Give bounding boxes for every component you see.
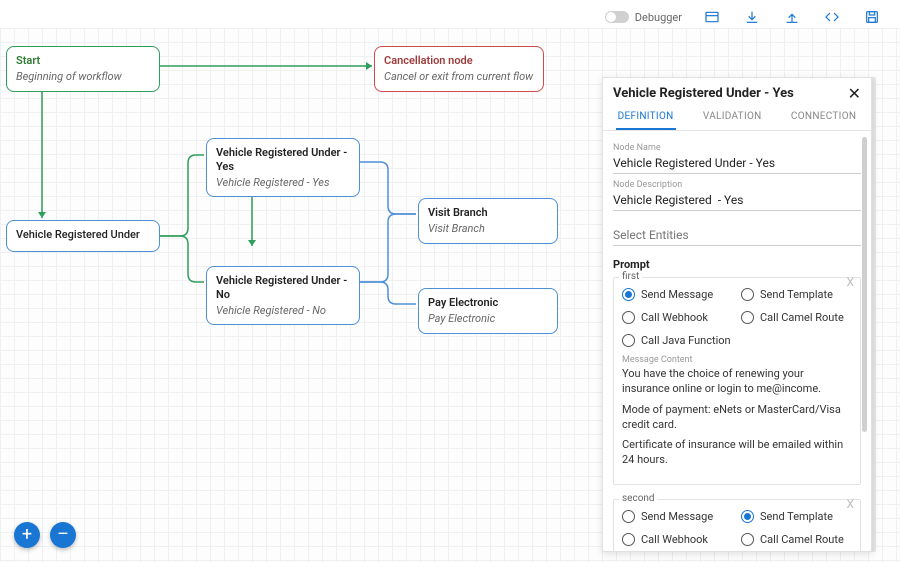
prompt-tag: second xyxy=(619,493,658,504)
panel-body: Node Name Node Description Prompt first … xyxy=(603,131,871,551)
top-toolbar: Debugger xyxy=(605,0,900,28)
radio-send-message[interactable]: Send Message xyxy=(622,510,733,523)
radio-icon xyxy=(741,510,754,523)
app-root: Debugger xyxy=(0,0,900,562)
prompt-tag: first xyxy=(619,271,642,282)
close-icon[interactable]: ✕ xyxy=(848,84,861,103)
upload-icon[interactable] xyxy=(782,7,802,27)
radio-call-webhook[interactable]: Call Webhook xyxy=(622,533,733,546)
node-title: Vehicle Registered Under - No xyxy=(216,274,350,302)
radio-icon xyxy=(622,311,635,324)
radio-send-template[interactable]: Send Template xyxy=(741,288,852,301)
node-visit-branch[interactable]: Visit Branch Visit Branch xyxy=(418,198,558,244)
node-vru[interactable]: Vehicle Registered Under xyxy=(6,220,160,252)
node-vru-no[interactable]: Vehicle Registered Under - No Vehicle Re… xyxy=(206,266,360,325)
tab-validation[interactable]: VALIDATION xyxy=(701,105,764,130)
debugger-toggle[interactable]: Debugger xyxy=(605,11,682,24)
radio-call-webhook[interactable]: Call Webhook xyxy=(622,311,733,324)
tab-definition[interactable]: DEFINITION xyxy=(616,105,676,130)
node-title: Pay Electronic xyxy=(428,296,548,310)
download-icon[interactable] xyxy=(742,7,762,27)
entities-input[interactable] xyxy=(613,225,861,246)
node-subtitle: Visit Branch xyxy=(428,222,548,236)
radio-icon xyxy=(741,288,754,301)
node-subtitle: Pay Electronic xyxy=(428,312,548,326)
node-pay-electronic[interactable]: Pay Electronic Pay Electronic xyxy=(418,288,558,334)
debugger-label: Debugger xyxy=(635,11,682,24)
radio-icon xyxy=(622,510,635,523)
remove-button[interactable]: – xyxy=(50,522,76,548)
node-cancellation[interactable]: Cancellation node Cancel or exit from cu… xyxy=(374,46,544,92)
node-desc-label: Node Description xyxy=(613,180,861,190)
node-subtitle: Vehicle Registered - Yes xyxy=(216,176,350,190)
properties-panel: Vehicle Registered Under - Yes ✕ DEFINIT… xyxy=(602,77,872,552)
prompt-block-second: second X Send Message Send Template Call… xyxy=(613,499,861,551)
prompt-block-first: first X Send Message Send Template Call … xyxy=(613,277,861,485)
radio-icon xyxy=(741,311,754,324)
node-name-label: Node Name xyxy=(613,143,861,153)
prompt-heading: Prompt xyxy=(613,258,861,271)
radio-send-template[interactable]: Send Template xyxy=(741,510,852,523)
node-title: Start xyxy=(16,54,150,68)
node-name-input[interactable] xyxy=(613,153,861,174)
radio-call-camel[interactable]: Call Camel Route xyxy=(741,311,852,324)
node-vru-yes[interactable]: Vehicle Registered Under - Yes Vehicle R… xyxy=(206,138,360,197)
tab-connection[interactable]: CONNECTION xyxy=(789,105,858,130)
radio-send-message[interactable]: Send Message xyxy=(622,288,733,301)
radio-icon xyxy=(741,533,754,546)
node-start[interactable]: Start Beginning of workflow xyxy=(6,46,160,92)
panel-tabs: DEFINITION VALIDATION CONNECTION xyxy=(603,105,871,131)
code-icon[interactable] xyxy=(822,7,842,27)
panel-scrollbar[interactable] xyxy=(862,137,867,432)
radio-icon xyxy=(622,334,635,347)
node-title: Cancellation node xyxy=(384,54,534,68)
message-content-body[interactable]: You have the choice of renewing your ins… xyxy=(622,367,852,468)
fab-group: + – xyxy=(14,522,76,548)
prompt-remove-icon[interactable]: X xyxy=(846,497,854,511)
panel-title: Vehicle Registered Under - Yes xyxy=(613,86,794,101)
radio-call-camel[interactable]: Call Camel Route xyxy=(741,533,852,546)
node-subtitle: Vehicle Registered - No xyxy=(216,304,350,318)
message-content-label: Message Content xyxy=(622,355,852,365)
layout-icon[interactable] xyxy=(702,7,722,27)
toggle-switch[interactable] xyxy=(605,11,629,23)
prompt-remove-icon[interactable]: X xyxy=(846,275,854,289)
radio-icon xyxy=(622,533,635,546)
node-subtitle: Cancel or exit from current flow xyxy=(384,70,534,84)
node-title: Vehicle Registered Under - Yes xyxy=(216,146,350,174)
node-title: Vehicle Registered Under xyxy=(16,228,150,242)
node-desc-input[interactable] xyxy=(613,190,861,211)
node-subtitle: Beginning of workflow xyxy=(16,70,150,84)
save-icon[interactable] xyxy=(862,7,882,27)
node-title: Visit Branch xyxy=(428,206,548,220)
radio-icon xyxy=(622,288,635,301)
radio-call-java[interactable]: Call Java Function xyxy=(622,334,852,347)
add-button[interactable]: + xyxy=(14,522,40,548)
